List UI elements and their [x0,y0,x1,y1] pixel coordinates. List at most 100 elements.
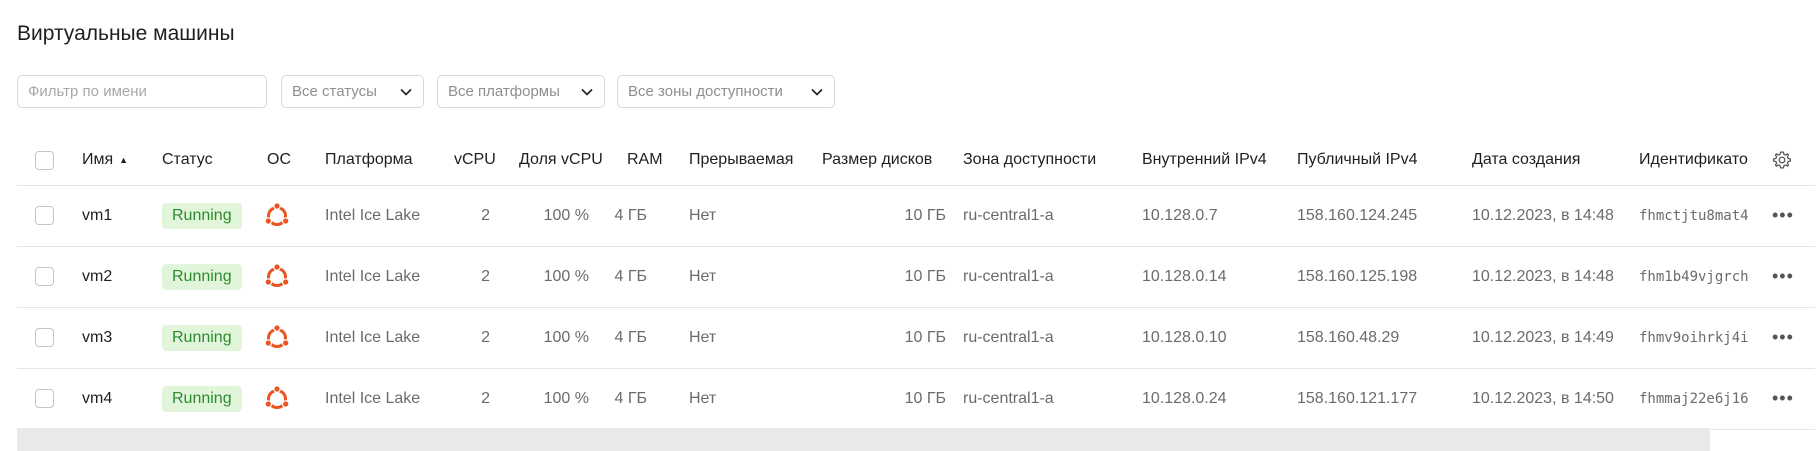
column-created-header[interactable]: Дата создания [1472,135,1580,185]
table-row[interactable]: vm1 Running Intel Ice Lake 2 100 % 4 ГБ Нет 10 … [17,185,1815,247]
ram-cell: 4 ГБ [614,206,647,224]
platform-filter-select[interactable]: Все платформы [437,75,605,108]
zone-filter-select[interactable]: Все зоны доступности [617,75,835,108]
status-cell: Running [162,185,242,246]
ubuntu-icon [263,246,291,307]
zone-cell: ru-central1-a [963,328,1054,346]
select-all-checkbox[interactable] [35,150,54,170]
more-actions-icon[interactable]: ••• [1772,205,1794,226]
row-checkbox-cell [35,246,54,307]
row-checkbox[interactable] [35,267,54,286]
row-actions-cell: ••• [1772,185,1794,246]
vcpu-share-cell: 100 % [543,389,589,407]
column-public-ipv4-header[interactable]: Публичный IPv4 [1297,135,1417,185]
status-filter-label: Все статусы [292,83,377,100]
zone-filter-label: Все зоны доступности [628,83,783,100]
chevron-down-icon [400,88,412,96]
column-name-header[interactable]: Имя ▲ [82,135,128,185]
platform-cell: Intel Ice Lake [325,328,421,346]
row-checkbox[interactable] [35,328,54,347]
vm-id-cell[interactable]: fhm1b49vjgrch [1639,246,1765,307]
row-actions-cell: ••• [1772,307,1794,368]
vm-name[interactable]: vm1 [82,185,112,246]
vm-name[interactable]: vm2 [82,246,112,307]
select-all-cell [35,135,54,185]
status-badge: Running [162,385,242,412]
column-vcpu-share-header[interactable]: Доля vCPU [519,135,603,185]
public-ipv4-cell[interactable]: 158.160.125.198 [1297,246,1417,307]
more-actions-icon[interactable]: ••• [1772,266,1794,287]
column-internal-ipv4-header[interactable]: Внутренний IPv4 [1142,135,1267,185]
gear-icon[interactable] [1772,150,1792,170]
page-title: Виртуальные машины [17,22,235,45]
more-actions-icon[interactable]: ••• [1772,327,1794,348]
column-ram-header[interactable]: RAM [627,135,663,185]
public-ipv4-cell[interactable]: 158.160.124.245 [1297,185,1417,246]
vm-id-cell[interactable]: fhmctjtu8mat4 [1639,185,1765,246]
row-checkbox-cell [35,307,54,368]
column-vcpu-header[interactable]: vCPU [454,135,496,185]
ram-cell: 4 ГБ [614,267,647,285]
status-badge: Running [162,324,242,351]
status-filter-select[interactable]: Все статусы [281,75,424,108]
vcpu-cell: 2 [481,389,490,407]
name-filter-input[interactable] [17,75,267,108]
status-cell: Running [162,246,242,307]
vcpu-cell: 2 [481,206,490,224]
chevron-down-icon [811,88,823,96]
vcpu-share-cell: 100 % [543,267,589,285]
row-actions-cell: ••• [1772,368,1794,429]
disk-size-cell: 10 ГБ [904,389,946,407]
row-checkbox-cell [35,368,54,429]
vm-id-cell[interactable]: fhmv9oihrkj4i [1639,307,1765,368]
created-cell: 10.12.2023, в 14:48 [1472,267,1614,285]
more-actions-icon[interactable]: ••• [1772,388,1794,409]
zone-cell: ru-central1-a [963,267,1054,285]
ubuntu-icon [263,307,291,368]
table-row[interactable]: vm3 Running Intel Ice Lake 2 100 % 4 ГБ Нет 10 … [17,307,1815,369]
column-status-header[interactable]: Статус [162,135,213,185]
row-checkbox-cell [35,185,54,246]
ram-cell: 4 ГБ [614,389,647,407]
column-platform-header[interactable]: Платформа [325,135,413,185]
preemptible-cell: Нет [689,267,717,285]
chevron-down-icon [581,88,593,96]
column-id-header[interactable]: Идентификато [1639,135,1769,185]
row-actions-cell: ••• [1772,246,1794,307]
row-checkbox[interactable] [35,206,54,225]
internal-ipv4-cell[interactable]: 10.128.0.7 [1142,185,1218,246]
disk-size-cell: 10 ГБ [904,206,946,224]
internal-ipv4-cell[interactable]: 10.128.0.14 [1142,246,1227,307]
table-row[interactable]: vm4 Running Intel Ice Lake 2 100 % 4 ГБ Нет 10 … [17,368,1815,430]
created-cell: 10.12.2023, в 14:48 [1472,206,1614,224]
preemptible-cell: Нет [689,328,717,346]
column-disk-size-header[interactable]: Размер дисков [822,135,932,185]
internal-ipv4-cell[interactable]: 10.128.0.10 [1142,307,1227,368]
created-cell: 10.12.2023, в 14:50 [1472,389,1614,407]
vcpu-share-cell: 100 % [543,206,589,224]
row-checkbox[interactable] [35,389,54,408]
column-zone-header[interactable]: Зона доступности [963,135,1096,185]
vm-name[interactable]: vm4 [82,368,112,429]
vm-id-cell[interactable]: fhmmaj22e6j16 [1639,368,1765,429]
column-preemptible-header[interactable]: Прерываемая [689,135,793,185]
platform-cell: Intel Ice Lake [325,389,421,407]
column-settings-cell [1772,135,1792,185]
platform-cell: Intel Ice Lake [325,206,421,224]
created-cell: 10.12.2023, в 14:49 [1472,328,1614,346]
internal-ipv4-cell[interactable]: 10.128.0.24 [1142,368,1227,429]
vm-name[interactable]: vm3 [82,307,112,368]
ubuntu-icon [263,368,291,429]
public-ipv4-cell[interactable]: 158.160.121.177 [1297,368,1417,429]
public-ipv4-cell[interactable]: 158.160.48.29 [1297,307,1399,368]
disk-size-cell: 10 ГБ [904,328,946,346]
table-header: Имя ▲ Статус ОС Платформа vCPU Доля vCPU… [17,135,1815,186]
table-row[interactable]: vm2 Running Intel Ice Lake 2 100 % 4 ГБ Нет 10 … [17,246,1815,308]
disk-size-cell: 10 ГБ [904,267,946,285]
zone-cell: ru-central1-a [963,206,1054,224]
horizontal-scrollbar[interactable] [17,428,1710,451]
status-badge: Running [162,263,242,290]
status-badge: Running [162,202,242,229]
vcpu-cell: 2 [481,328,490,346]
column-os-header[interactable]: ОС [267,135,291,185]
